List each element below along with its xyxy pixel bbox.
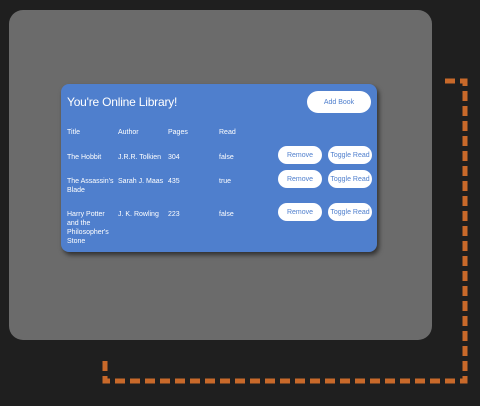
remove-button[interactable]: Remove — [278, 203, 322, 221]
remove-button[interactable]: Remove — [278, 146, 322, 164]
column-header-read: Read — [219, 129, 236, 136]
toggle-read-button[interactable]: Toggle Read — [328, 146, 372, 164]
book-author: Sarah J. Maas — [118, 178, 164, 185]
remove-button[interactable]: Remove — [278, 170, 322, 188]
library-title: You're Online Library! — [67, 95, 178, 109]
book-pages: 304 — [168, 154, 180, 161]
column-header-title: Title — [67, 129, 80, 136]
book-read-status: true — [219, 178, 232, 185]
book-title: The Hobbit — [67, 154, 102, 161]
column-header-author: Author — [118, 129, 139, 136]
book-read-status: false — [219, 154, 234, 161]
book-pages: 223 — [168, 211, 180, 218]
book-title: Harry Potter and the Philosopher's Stone — [67, 211, 109, 245]
column-header-pages: Pages — [168, 129, 188, 136]
book-author: J. K. Rowling — [118, 211, 159, 218]
toggle-read-button[interactable]: Toggle Read — [328, 170, 372, 188]
add-book-button[interactable]: Add Book — [307, 91, 371, 113]
book-title: The Assassin's Blade — [67, 178, 114, 194]
book-author: J.R.R. Tolkien — [118, 154, 162, 161]
book-read-status: false — [219, 211, 234, 218]
toggle-read-button[interactable]: Toggle Read — [328, 203, 372, 221]
library-card: You're Online Library! Add Book Title Au… — [61, 84, 377, 252]
book-pages: 435 — [168, 178, 180, 185]
